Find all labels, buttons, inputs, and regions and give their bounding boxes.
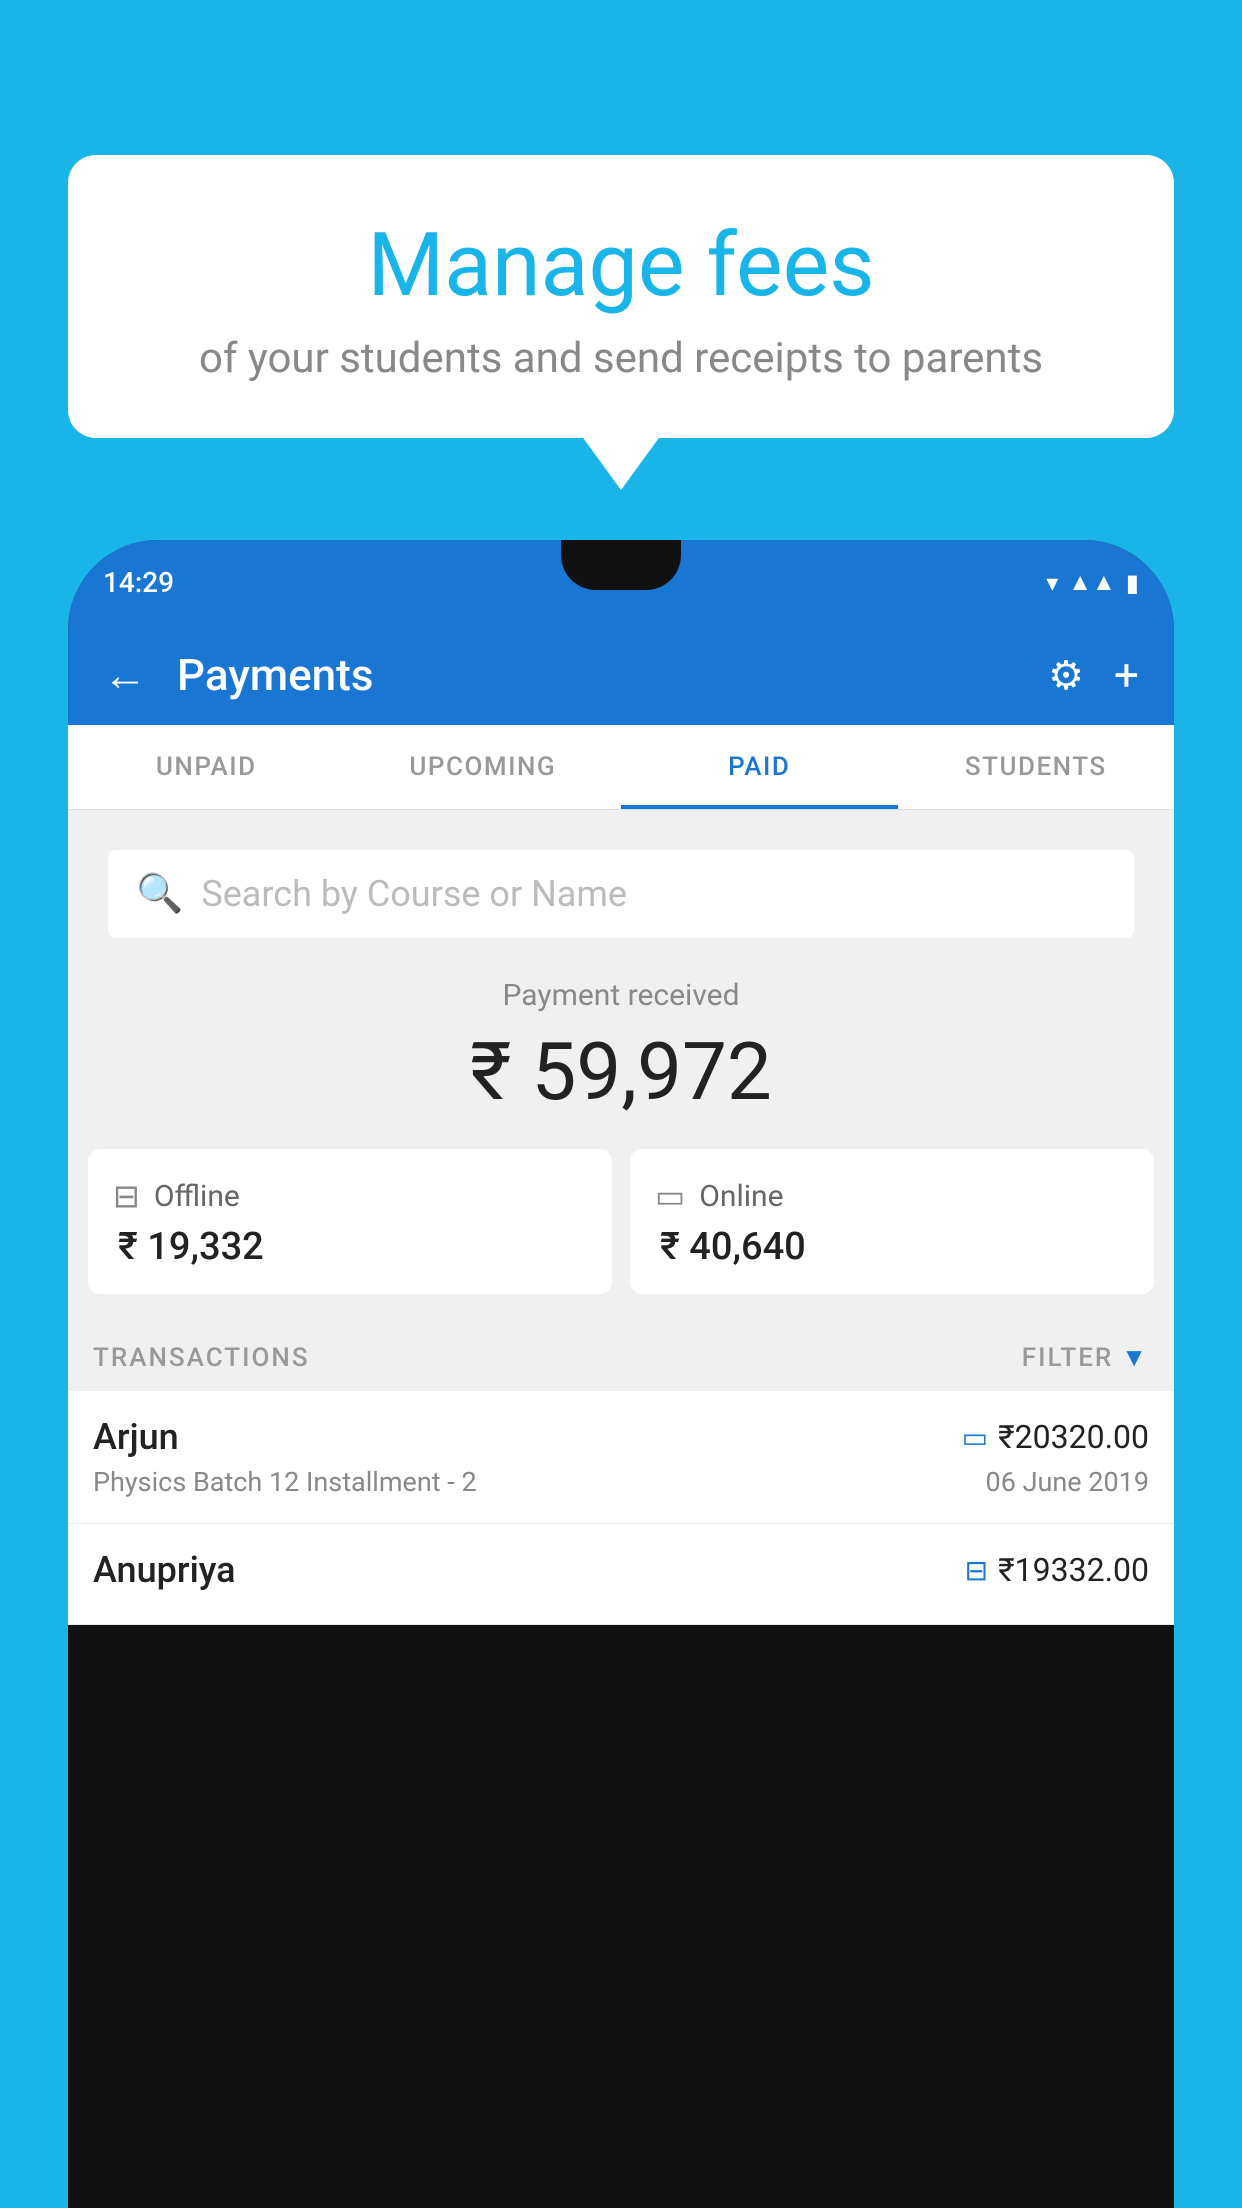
transaction-row[interactable]: Anupriya ⊟ ₹19332.00 (68, 1524, 1174, 1625)
offline-label: Offline (154, 1179, 240, 1214)
filter-icon: ▼ (1121, 1342, 1149, 1373)
header-icons: ⚙ + (1048, 649, 1139, 701)
payment-received-label: Payment received (68, 978, 1174, 1013)
transactions-header: TRANSACTIONS FILTER ▼ (68, 1324, 1174, 1391)
wifi-icon: ▾ (1046, 569, 1058, 597)
settings-icon[interactable]: ⚙ (1048, 652, 1084, 699)
offline-amount: ₹ 19,332 (113, 1225, 587, 1269)
search-bar[interactable]: 🔍 Search by Course or Name (108, 850, 1134, 938)
phone-frame: 14:29 ▾ ▲▲ ▮ ← Payments ⚙ + UNPAID UPCOM… (68, 540, 1174, 2208)
tab-unpaid[interactable]: UNPAID (68, 725, 345, 809)
payment-summary: Payment received ₹ 59,972 (68, 938, 1174, 1149)
transaction-detail: Physics Batch 12 Installment - 2 (93, 1466, 477, 1498)
tabs-bar: UNPAID UPCOMING PAID STUDENTS (68, 725, 1174, 810)
payment-amount: ₹ 59,972 (68, 1025, 1174, 1119)
speech-bubble: Manage fees of your students and send re… (68, 155, 1174, 438)
bubble-subtitle: of your students and send receipts to pa… (118, 334, 1124, 383)
transaction-date: 06 June 2019 (986, 1466, 1149, 1498)
transaction-row[interactable]: Arjun ▭ ₹20320.00 Physics Batch 12 Insta… (68, 1391, 1174, 1524)
transaction-top: Arjun ▭ ₹20320.00 (93, 1416, 1149, 1458)
online-payment-icon: ▭ (655, 1177, 685, 1215)
page-title: Payments (177, 649, 1018, 701)
search-input[interactable]: Search by Course or Name (201, 873, 627, 915)
speech-bubble-container: Manage fees of your students and send re… (68, 155, 1174, 438)
add-button[interactable]: + (1114, 649, 1139, 701)
transaction-name: Anupriya (93, 1549, 236, 1591)
transaction-amount: ⊟ ₹19332.00 (965, 1551, 1149, 1589)
transaction-name: Arjun (93, 1416, 179, 1458)
offline-card: ⊟ Offline ₹ 19,332 (88, 1149, 612, 1294)
online-label: Online (699, 1179, 783, 1214)
bubble-title: Manage fees (118, 215, 1124, 316)
offline-payment-icon: ⊟ (113, 1177, 140, 1215)
phone-screen: 🔍 Search by Course or Name Payment recei… (68, 810, 1174, 1625)
status-time: 14:29 (103, 566, 174, 599)
offline-card-top: ⊟ Offline (113, 1177, 587, 1215)
transaction-amount: ▭ ₹20320.00 (962, 1418, 1149, 1456)
online-card-top: ▭ Online (655, 1177, 1129, 1215)
online-amount: ₹ 40,640 (655, 1225, 1129, 1269)
offline-transaction-icon: ⊟ (965, 1554, 988, 1587)
payment-cards: ⊟ Offline ₹ 19,332 ▭ Online ₹ 40,640 (68, 1149, 1174, 1324)
tab-upcoming[interactable]: UPCOMING (345, 725, 622, 809)
app-header: ← Payments ⚙ + (68, 625, 1174, 725)
transactions-label: TRANSACTIONS (93, 1343, 310, 1373)
online-card: ▭ Online ₹ 40,640 (630, 1149, 1154, 1294)
online-transaction-icon: ▭ (962, 1421, 988, 1454)
status-bar: 14:29 ▾ ▲▲ ▮ (68, 540, 1174, 625)
search-icon: 🔍 (136, 872, 183, 916)
signal-icon: ▲▲ (1068, 568, 1116, 597)
battery-icon: ▮ (1126, 569, 1139, 597)
tab-paid[interactable]: PAID (621, 725, 898, 809)
phone-notch (561, 540, 681, 590)
back-button[interactable]: ← (103, 649, 147, 701)
filter-button[interactable]: FILTER ▼ (1022, 1342, 1149, 1373)
transaction-top: Anupriya ⊟ ₹19332.00 (93, 1549, 1149, 1591)
status-icons: ▾ ▲▲ ▮ (1046, 568, 1139, 597)
search-wrapper: 🔍 Search by Course or Name (68, 810, 1174, 938)
tab-students[interactable]: STUDENTS (898, 725, 1175, 809)
transaction-bottom: Physics Batch 12 Installment - 2 06 June… (93, 1466, 1149, 1498)
